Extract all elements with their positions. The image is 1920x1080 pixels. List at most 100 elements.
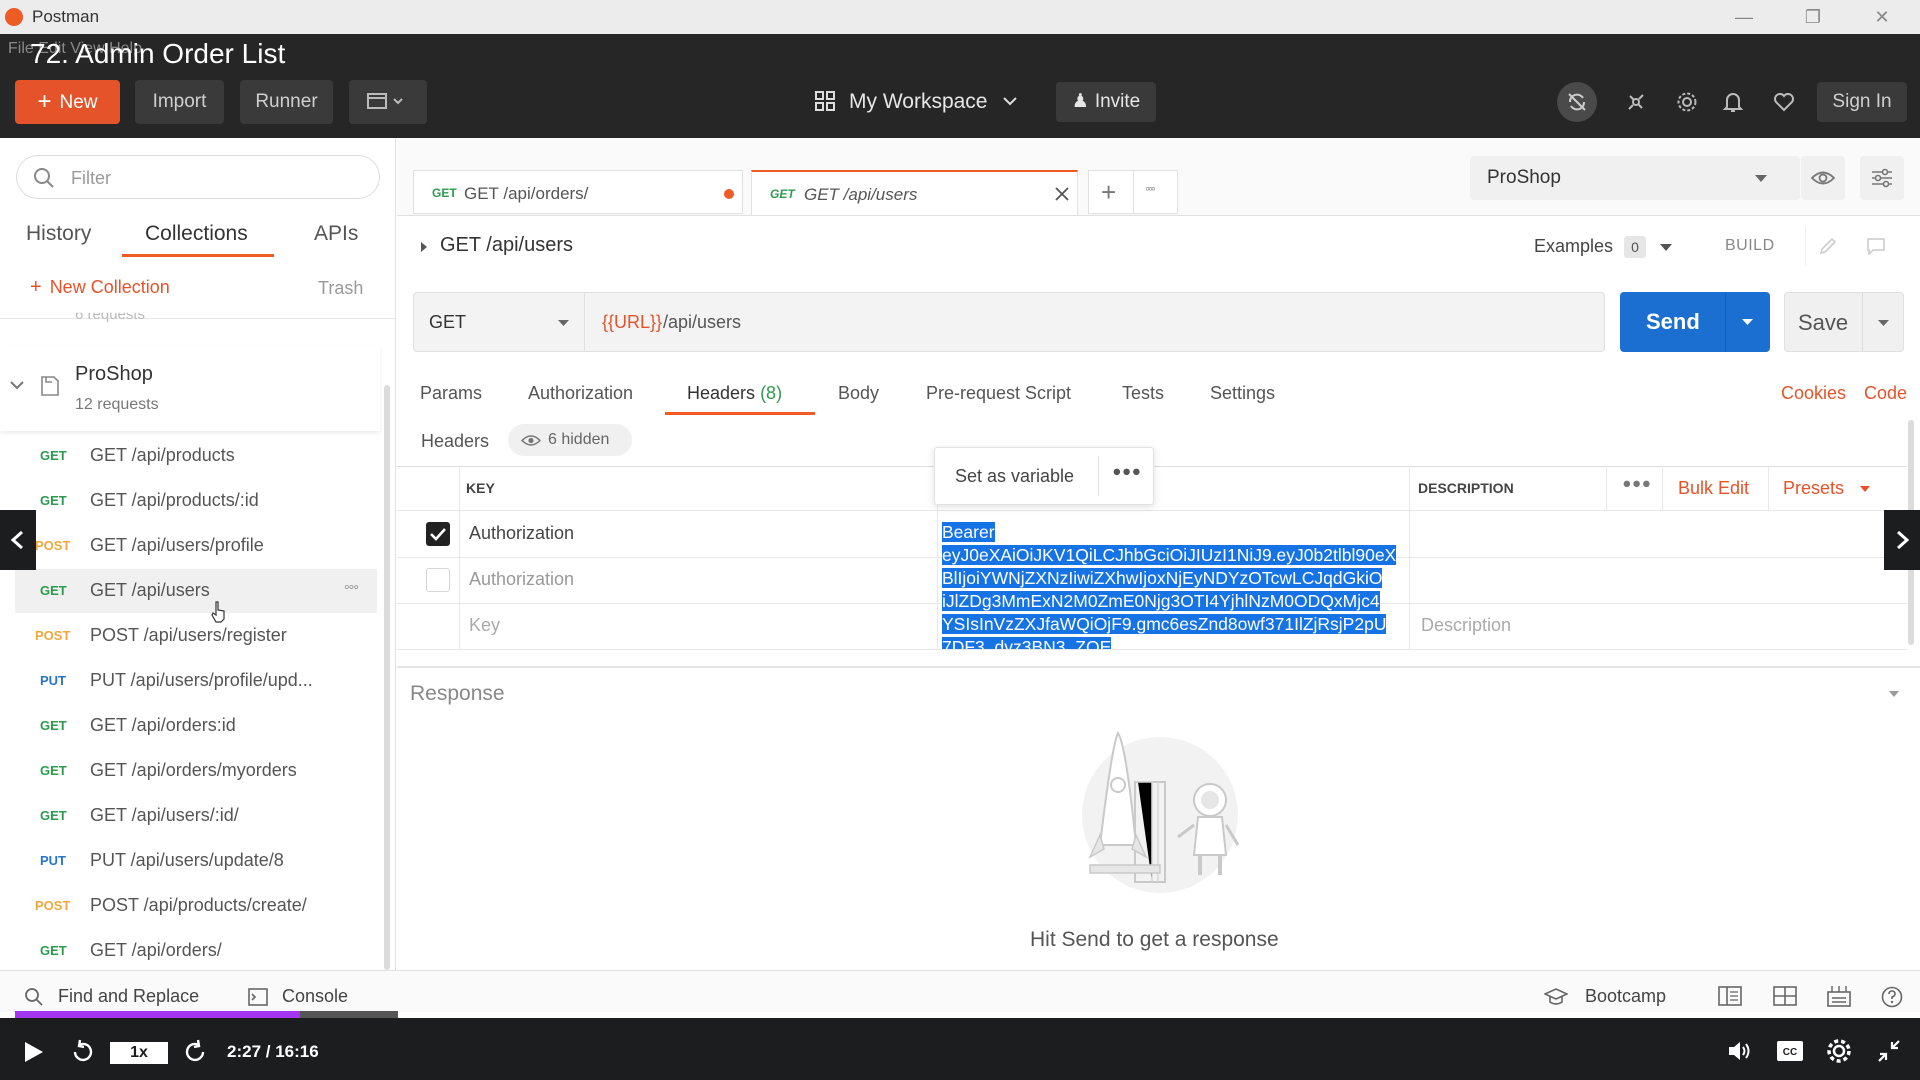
next-lecture-button[interactable]	[1884, 510, 1920, 570]
request-item[interactable]: GET GET /api/users/:id/	[15, 794, 377, 838]
environment-quick-look-button[interactable]	[1801, 156, 1845, 200]
tab-settings[interactable]: Settings	[1210, 383, 1275, 404]
console-button[interactable]: Console	[282, 986, 348, 1007]
bulk-edit-link[interactable]: Bulk Edit	[1678, 478, 1749, 499]
rewind-icon[interactable]	[70, 1039, 96, 1065]
sign-in-button[interactable]: Sign In	[1817, 82, 1907, 122]
hidden-headers-toggle[interactable]: 6 hidden	[508, 424, 632, 456]
sidebar-scrollbar[interactable]	[384, 385, 390, 970]
sync-off-button[interactable]	[1557, 82, 1597, 122]
cookies-link[interactable]: Cookies	[1781, 383, 1846, 404]
trash-button[interactable]: Trash	[318, 278, 363, 299]
tab-apis[interactable]: APIs	[314, 222, 358, 246]
new-window-button[interactable]	[349, 80, 427, 124]
maximize-icon[interactable]: ❐	[1802, 6, 1824, 28]
request-item[interactable]: PUT PUT /api/users/profile/upd...	[15, 659, 377, 703]
tab-history[interactable]: History	[26, 222, 91, 246]
tab-headers[interactable]: Headers (8)	[687, 383, 782, 404]
keyboard-shortcuts-icon[interactable]	[1827, 985, 1851, 1007]
send-options-caret-icon[interactable]	[1741, 318, 1754, 326]
tab-tests[interactable]: Tests	[1122, 383, 1164, 404]
comment-icon	[1867, 238, 1885, 255]
tab-authorization[interactable]: Authorization	[528, 383, 633, 404]
more-options-icon[interactable]: ◦◦◦	[1145, 180, 1156, 196]
request-item[interactable]: PUT PUT /api/users/update/8	[15, 839, 377, 883]
more-options-icon[interactable]: ⚫⚫⚫	[1621, 476, 1652, 493]
set-as-variable-button[interactable]: Set as variable	[955, 466, 1074, 487]
caret-down-icon[interactable]	[1659, 243, 1673, 252]
heart-icon[interactable]	[1764, 82, 1804, 122]
more-options-icon[interactable]: ⚫⚫⚫	[1111, 464, 1142, 481]
forward-icon[interactable]	[182, 1039, 208, 1065]
url-input[interactable]: {{URL}} /api/users	[585, 292, 1605, 352]
layout-view-icon[interactable]	[1773, 986, 1797, 1006]
close-icon[interactable]: ✕	[1871, 6, 1893, 28]
header-key-cell[interactable]: Authorization	[469, 569, 574, 590]
help-icon[interactable]	[1881, 986, 1903, 1008]
request-item[interactable]: GET GET /api/products/:id	[15, 479, 377, 523]
find-replace-button[interactable]: Find and Replace	[58, 986, 199, 1007]
new-description-input[interactable]: Description	[1421, 615, 1511, 636]
environment-select[interactable]: ProShop	[1470, 156, 1800, 200]
new-collection-button[interactable]: + New Collection	[30, 276, 170, 299]
manage-environments-button[interactable]	[1860, 156, 1904, 200]
header-value-cell[interactable]: Bearer eyJ0eXAiOiJKV1QiLCJhbGciOiJIUzI1N…	[942, 521, 1402, 649]
save-options-caret-icon[interactable]	[1877, 319, 1890, 327]
request-item[interactable]: POST POST /api/users/register	[15, 614, 377, 658]
minimize-icon[interactable]: —	[1733, 6, 1755, 28]
tab-collections[interactable]: Collections	[145, 222, 248, 246]
tab-get-orders[interactable]: GET GET /api/orders/	[413, 170, 743, 214]
chevron-down-icon[interactable]	[10, 381, 24, 390]
exit-fullscreen-icon[interactable]	[1876, 1038, 1902, 1064]
invite-button[interactable]: ♟ Invite	[1056, 82, 1156, 122]
playback-speed-button[interactable]: 1x	[110, 1042, 168, 1064]
expand-caret-icon[interactable]	[420, 241, 428, 253]
method-select[interactable]: GET	[413, 292, 585, 352]
header-key-cell[interactable]: Authorization	[469, 523, 574, 544]
two-pane-view-icon[interactable]	[1718, 986, 1742, 1006]
tab-get-users[interactable]: GET GET /api/users	[751, 170, 1078, 215]
examples-label[interactable]: Examples	[1534, 236, 1613, 257]
tab-params[interactable]: Params	[420, 383, 482, 404]
comments-button[interactable]	[1855, 226, 1897, 266]
tab-pre-request-script[interactable]: Pre-request Script	[926, 383, 1071, 404]
plus-icon[interactable]: +	[1101, 177, 1116, 208]
previous-lecture-button[interactable]	[0, 510, 36, 570]
pane-divider[interactable]	[397, 666, 1920, 668]
close-tab-icon[interactable]	[1055, 187, 1069, 201]
workspace-selector[interactable]: My Workspace	[815, 84, 1018, 120]
send-button[interactable]: Send	[1620, 292, 1770, 352]
filter-input[interactable]: Filter	[16, 155, 380, 199]
runner-button[interactable]: Runner	[240, 80, 333, 124]
satellite-icon[interactable]	[1616, 82, 1656, 122]
request-item[interactable]: GET GET /api/orders:id	[15, 704, 377, 748]
request-item[interactable]: GET GET /api/orders/	[15, 929, 377, 973]
play-icon[interactable]	[23, 1040, 45, 1064]
settings-gear-icon[interactable]	[1667, 82, 1707, 122]
more-options-icon[interactable]: ◦◦◦	[344, 579, 359, 597]
request-item[interactable]: GET GET /api/users ◦◦◦	[15, 569, 377, 613]
new-button[interactable]: + New	[15, 80, 120, 124]
request-item[interactable]: POST POST /api/products/create/	[15, 884, 377, 928]
header-enabled-checkbox[interactable]	[426, 568, 450, 592]
presets-dropdown[interactable]: Presets	[1783, 478, 1871, 499]
settings-gear-icon[interactable]	[1826, 1038, 1852, 1064]
request-item[interactable]: POST GET /api/users/profile	[15, 524, 377, 568]
save-button[interactable]: Save	[1784, 292, 1904, 352]
request-item[interactable]: GET GET /api/products	[15, 434, 377, 478]
request-item[interactable]: GET GET /api/orders/myorders	[15, 749, 377, 793]
edit-button[interactable]	[1805, 226, 1847, 266]
build-label[interactable]: BUILD	[1725, 237, 1775, 255]
request-title[interactable]: GET /api/users	[440, 234, 573, 257]
tab-body[interactable]: Body	[838, 383, 879, 404]
header-enabled-checkbox[interactable]	[426, 522, 450, 546]
import-button[interactable]: Import	[135, 80, 224, 124]
notification-bell-icon[interactable]	[1713, 82, 1753, 122]
bootcamp-button[interactable]: Bootcamp	[1585, 986, 1666, 1007]
captions-icon[interactable]: CC	[1776, 1039, 1804, 1063]
new-key-input[interactable]: Key	[469, 615, 500, 636]
code-link[interactable]: Code	[1864, 383, 1907, 404]
collapse-caret-icon[interactable]	[1888, 690, 1900, 698]
collection-proshop[interactable]	[0, 347, 380, 431]
volume-icon[interactable]	[1727, 1039, 1753, 1063]
